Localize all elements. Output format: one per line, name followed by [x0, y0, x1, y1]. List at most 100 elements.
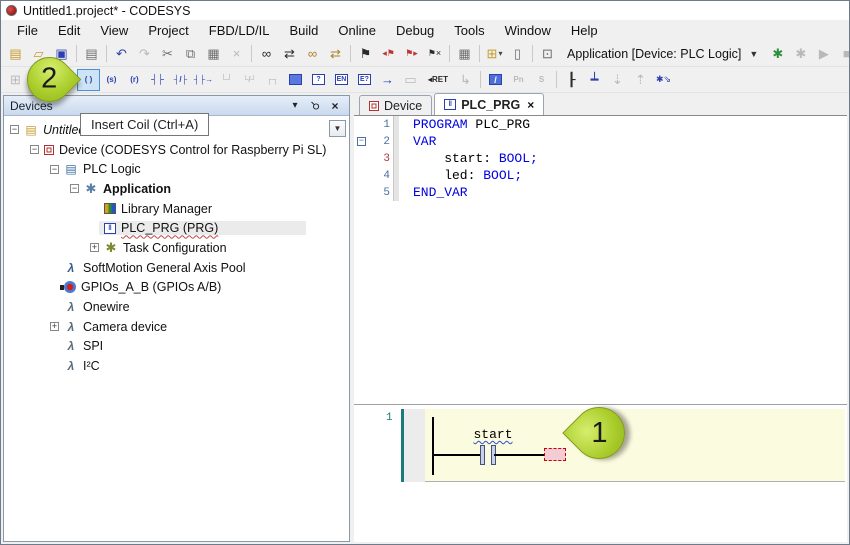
tree-item-device-codesys-control-for-raspberry-pi-sl[interactable]: − Device (CODESYS Control for Raspberry P…: [4, 140, 349, 160]
toolbar-separator: [449, 45, 450, 62]
menu-help[interactable]: Help: [561, 21, 608, 40]
copy-button[interactable]: ⧉: [179, 43, 202, 65]
tab-label: Device: [384, 98, 423, 113]
insert-negated-contact-button[interactable]: ┤/├: [169, 69, 192, 91]
minus-expander-icon[interactable]: −: [70, 184, 79, 194]
active-application-combo[interactable]: Application [Device: PLC Logic] ▼: [563, 45, 762, 63]
next-bookmark-button[interactable]: ⚑▸: [400, 43, 423, 65]
login-button[interactable]: ✱: [766, 43, 789, 65]
toggle-negation-button[interactable]: /: [484, 69, 507, 91]
paste-icon: ▦: [207, 46, 220, 61]
menu-project[interactable]: Project: [138, 21, 198, 40]
replace-in-project-icon: ⇄: [330, 46, 341, 61]
insert-reset-coil-button[interactable]: (r): [123, 69, 146, 91]
tree-item-softmotion-general-axis-pool[interactable]: SoftMotion General Axis Pool: [4, 258, 349, 278]
tree-item-content: SPI: [59, 339, 103, 353]
add-object-button[interactable]: ▯: [506, 43, 529, 65]
print-button[interactable]: ▤: [80, 43, 103, 65]
change-bar: [393, 184, 399, 201]
tree-item-plc-prg-prg[interactable]: PLC_PRG (PRG): [4, 218, 349, 238]
logout-button: ✱: [789, 43, 812, 65]
fold-collapse-icon[interactable]: −: [357, 137, 366, 146]
insert-empty-box-button[interactable]: [284, 69, 307, 91]
menu-tools[interactable]: Tools: [444, 21, 494, 40]
insert-input-button[interactable]: →: [376, 69, 399, 91]
insert-return-button[interactable]: ◂RET: [422, 69, 454, 91]
tree-item-application[interactable]: − Application: [4, 179, 349, 199]
tree-item-task-configuration[interactable]: + Task Configuration: [4, 238, 349, 258]
menu-window[interactable]: Window: [495, 21, 561, 40]
contact-label[interactable]: start: [465, 427, 521, 442]
toolbar-separator: [350, 45, 351, 62]
add-pou-button[interactable]: ⊞ ▾: [483, 43, 506, 65]
window-title: Untitled1.project* - CODESYS: [23, 3, 191, 18]
minus-expander-icon[interactable]: −: [10, 125, 19, 135]
coil-placeholder[interactable]: [544, 448, 566, 461]
menu-debug[interactable]: Debug: [386, 21, 444, 40]
insert-branch-below-button[interactable]: ┷: [583, 69, 606, 91]
replace-in-project-button[interactable]: ⇄: [324, 43, 347, 65]
paste-button[interactable]: ▦: [202, 43, 225, 65]
replace-button[interactable]: ⇄: [278, 43, 301, 65]
find-button[interactable]: ∞: [255, 43, 278, 65]
code-line: 4 led: BOOL;: [354, 167, 847, 184]
clear-bookmarks-button[interactable]: ⚑×: [423, 43, 446, 65]
insert-execute-button[interactable]: E?: [353, 69, 376, 91]
tree-item-spi[interactable]: SPI: [4, 337, 349, 357]
undo-button[interactable]: ↶: [110, 43, 133, 65]
menu-file[interactable]: File: [7, 21, 48, 40]
panel-menu-button[interactable]: ▾: [287, 100, 303, 111]
find-in-project-button[interactable]: ∞: [301, 43, 324, 65]
menu-fbd-ld-il[interactable]: FBD/LD/IL: [199, 21, 280, 40]
ladder-network[interactable]: start: [425, 409, 845, 482]
toggle-bookmark-button[interactable]: ⚑: [354, 43, 377, 65]
declaration-editor[interactable]: 1 PROGRAM PLC_PRG −2 VAR 3 start: BOOL; 4 led…: [354, 116, 847, 382]
tree-item-i-c[interactable]: I²C: [4, 356, 349, 376]
stop-icon: ■: [842, 46, 850, 61]
menu-online[interactable]: Online: [328, 21, 386, 40]
tree-item-onewire[interactable]: Onewire: [4, 297, 349, 317]
move-up-icon: ⇡: [635, 72, 646, 87]
minus-expander-icon[interactable]: −: [30, 145, 39, 155]
tree-item-gpios-a-b-gpios-a-b[interactable]: GPIOs_A_B (GPIOs A/B): [4, 278, 349, 298]
fold-gutter: −: [354, 137, 369, 146]
insert-contact-button[interactable]: ┤├: [146, 69, 169, 91]
plus-expander-icon[interactable]: +: [50, 322, 59, 332]
insert-box-icon: ?: [312, 74, 325, 85]
minus-expander-icon[interactable]: −: [50, 164, 59, 174]
menu-build[interactable]: Build: [279, 21, 328, 40]
previous-bookmark-button[interactable]: ◂⚑: [377, 43, 400, 65]
cut-button[interactable]: ✂: [156, 43, 179, 65]
panel-close-button[interactable]: ×: [327, 99, 343, 113]
close-tab-icon[interactable]: ×: [527, 98, 534, 112]
plus-expander-icon[interactable]: +: [90, 243, 99, 253]
insert-parallel-negated-contact-icon: └/┘: [242, 74, 257, 84]
code-token: start:: [413, 151, 499, 166]
pou-icon: [104, 222, 116, 234]
panel-pin-button[interactable]: ⚲: [307, 98, 323, 112]
tree-item-content: PLC_PRG (PRG): [99, 221, 307, 236]
tree-item-camera-device[interactable]: + Camera device: [4, 317, 349, 337]
insert-box-with-en-eno-button[interactable]: EN: [330, 69, 353, 91]
insert-set-coil-button[interactable]: (s): [100, 69, 123, 91]
insert-edge-contact-button[interactable]: ┤├→: [192, 69, 215, 91]
tab-device[interactable]: Device: [359, 95, 433, 115]
insert-branch-button[interactable]: ┠: [560, 69, 583, 91]
tree-item-library-manager[interactable]: Library Manager: [4, 199, 349, 219]
new-project-button[interactable]: ▤: [4, 43, 27, 65]
menu-view[interactable]: View: [90, 21, 138, 40]
insert-box-button[interactable]: ?: [307, 69, 330, 91]
paste-special-button[interactable]: ▦: [453, 43, 476, 65]
menu-edit[interactable]: Edit: [48, 21, 90, 40]
edit-object-button[interactable]: ⊡: [536, 43, 559, 65]
login-icon: ✱: [772, 46, 784, 61]
tree-item-plc-logic[interactable]: − PLC Logic: [4, 159, 349, 179]
tree-filter-dropdown[interactable]: ▼: [329, 120, 346, 137]
update-parameters-button[interactable]: ✱⇘: [652, 69, 675, 91]
insert-parallel-contact-button: └┘: [215, 69, 238, 91]
tooltip-text: Insert Coil (Ctrl+A): [91, 117, 199, 132]
contact-icon[interactable]: [480, 445, 485, 465]
tab-plc-prg[interactable]: PLC_PRG ×: [434, 93, 545, 115]
main-toolbar: ▤ ▱ ▣ ▤ ↶ ↷ ✂ ⧉ ▦ × ∞ ⇄ ∞ ⇄ ⚑ ◂⚑ ⚑▸ ⚑× ▦ ⊞ ▾ ▯ ⊡ Application […: [1, 41, 849, 67]
line-number: 3: [383, 152, 390, 165]
